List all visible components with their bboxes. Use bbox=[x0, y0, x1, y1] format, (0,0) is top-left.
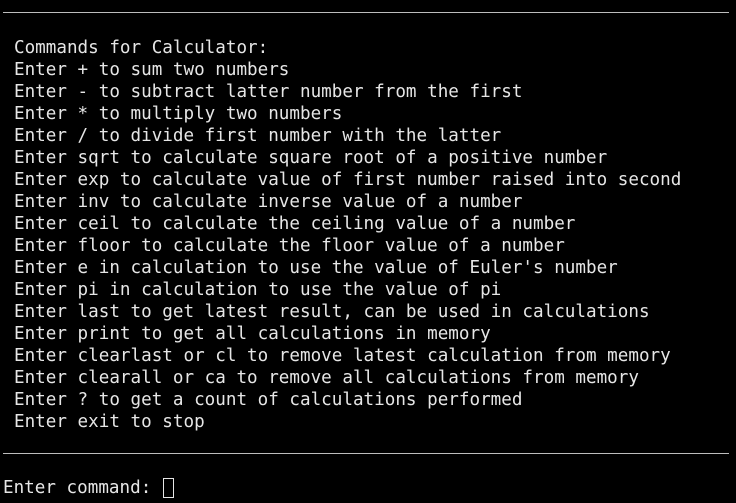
bottom-divider bbox=[3, 453, 729, 454]
help-line: Enter - to subtract latter number from t… bbox=[14, 82, 523, 102]
help-line: Enter ceil to calculate the ceiling valu… bbox=[14, 214, 576, 234]
terminal-window: Commands for Calculator: Enter + to sum … bbox=[0, 0, 736, 503]
command-help: Commands for Calculator: Enter + to sum … bbox=[14, 37, 681, 433]
command-prompt-row[interactable]: Enter command: bbox=[3, 476, 174, 500]
help-line: Enter exp to calculate value of first nu… bbox=[14, 170, 682, 190]
text-cursor bbox=[162, 478, 174, 498]
help-line: Enter / to divide first number with the … bbox=[14, 126, 502, 146]
help-line: Enter clearlast or cl to remove latest c… bbox=[14, 346, 671, 366]
command-prompt-label: Enter command: bbox=[3, 478, 162, 498]
help-line: Enter * to multiply two numbers bbox=[14, 104, 343, 124]
help-heading: Commands for Calculator: bbox=[14, 38, 269, 58]
help-line: Enter last to get latest result, can be … bbox=[14, 302, 650, 322]
top-divider bbox=[3, 12, 729, 13]
help-line: Enter exit to stop bbox=[14, 412, 205, 432]
help-line: Enter ? to get a count of calculations p… bbox=[14, 390, 523, 410]
help-line: Enter sqrt to calculate square root of a… bbox=[14, 148, 608, 168]
help-line: Enter + to sum two numbers bbox=[14, 60, 290, 80]
help-line: Enter floor to calculate the floor value… bbox=[14, 236, 565, 256]
help-line: Enter e in calculation to use the value … bbox=[14, 258, 618, 278]
help-line: Enter clearall or ca to remove all calcu… bbox=[14, 368, 639, 388]
help-line: Enter pi in calculation to use the value… bbox=[14, 280, 502, 300]
help-line: Enter inv to calculate inverse value of … bbox=[14, 192, 523, 212]
help-line: Enter print to get all calculations in m… bbox=[14, 324, 491, 344]
